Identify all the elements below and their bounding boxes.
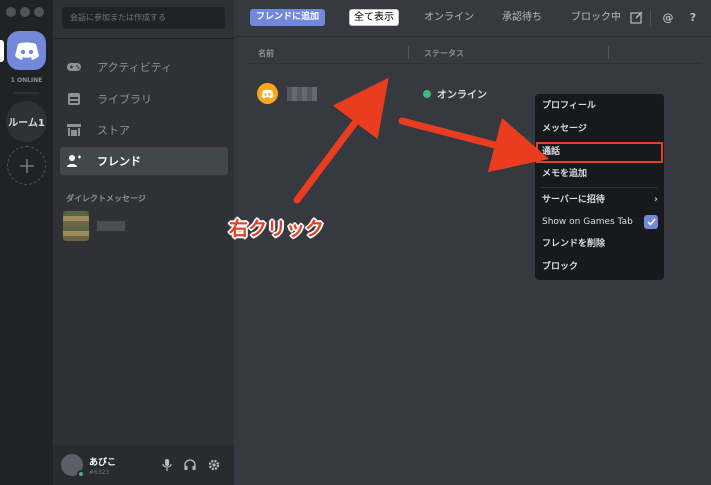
plus-icon (19, 158, 34, 173)
friends-icon (65, 152, 83, 170)
toolbar-divider (650, 10, 651, 26)
add-friend-button[interactable]: フレンドに追加 (250, 9, 326, 26)
annotation-label: 右クリック (229, 218, 325, 240)
avatar[interactable] (257, 83, 278, 104)
sidebar-divider (53, 38, 234, 39)
server-rail: 1 ONLINE ルーム1 (0, 0, 53, 485)
mention-icon[interactable]: @ (661, 10, 675, 24)
dm-header: ダイレクトメッセージ (66, 194, 146, 203)
menu-item-label: Show on Games Tab (542, 217, 633, 227)
sidebar-item-friends[interactable]: フレンド (60, 147, 228, 175)
menu-item-block[interactable]: ブロック (535, 257, 664, 277)
column-header-status[interactable]: ステータス (424, 48, 464, 59)
menu-item-label: サーバーに招待 (542, 195, 605, 205)
sidebar: 会話に参加または作成する アクティビティ ライブラリ ストア フレンド ダイレク… (53, 0, 234, 485)
server-button[interactable]: ルーム1 (6, 101, 47, 142)
discord-logo-icon (261, 89, 274, 98)
menu-item-invite-to-server[interactable]: サーバーに招待 › (535, 190, 664, 210)
sidebar-item-label: ライブラリ (97, 93, 152, 106)
menu-item-show-on-games-tab[interactable]: Show on Games Tab (535, 212, 664, 232)
sidebar-item-label: ストア (97, 124, 130, 137)
chevron-right-icon: › (653, 194, 658, 205)
dm-name-redacted (97, 221, 125, 231)
menu-item-profile[interactable]: プロフィール (535, 96, 664, 116)
avatar (63, 211, 89, 241)
discord-logo-icon (14, 42, 39, 60)
window-controls[interactable] (6, 7, 44, 17)
user-tag: #6323 (89, 469, 110, 476)
arrow-to-call (398, 117, 550, 173)
user-panel: あびこ #6323 (53, 445, 234, 485)
dm-list-item[interactable] (63, 209, 223, 243)
new-dm-icon[interactable] (629, 10, 643, 24)
sidebar-item-store[interactable]: ストア (60, 116, 228, 144)
column-divider (608, 46, 609, 59)
tab-all[interactable]: 全て表示 (349, 9, 399, 26)
store-icon (65, 121, 83, 139)
rail-divider (14, 92, 39, 94)
column-divider (408, 46, 409, 59)
menu-divider (541, 187, 658, 188)
help-icon[interactable]: ? (686, 10, 700, 24)
gamepad-icon (65, 58, 83, 76)
friend-name-redacted[interactable] (287, 87, 317, 101)
microphone-icon[interactable] (161, 459, 173, 471)
column-header-name[interactable]: 名前 (258, 48, 274, 59)
arrow-to-friend (293, 77, 389, 204)
highlight-box (536, 142, 663, 163)
sidebar-item-library[interactable]: ライブラリ (60, 85, 228, 113)
sidebar-item-label: フレンド (97, 155, 141, 168)
status-indicator (423, 90, 431, 98)
table-header-divider (246, 63, 701, 64)
friends-toolbar: フレンドに追加 全て表示 オンライン 承認待ち ブロック中 @ ? (234, 0, 711, 37)
library-icon (65, 90, 83, 108)
menu-item-remove-friend[interactable]: フレンドを削除 (535, 234, 664, 254)
tab-online[interactable]: オンライン (420, 9, 478, 26)
context-menu: プロフィール メッセージ 通話 メモを追加 サーバーに招待 › Show on … (535, 94, 664, 280)
menu-item-add-note[interactable]: メモを追加 (535, 164, 664, 184)
checkbox-checked-icon[interactable] (644, 215, 658, 229)
sidebar-item-activity[interactable]: アクティビティ (60, 53, 228, 81)
friend-status: オンライン (437, 90, 487, 101)
headphones-icon[interactable] (184, 459, 196, 471)
username: あびこ (89, 458, 117, 468)
status-indicator (77, 470, 85, 478)
home-button[interactable] (7, 31, 46, 70)
gear-icon[interactable] (208, 459, 220, 471)
sidebar-item-label: アクティビティ (97, 61, 173, 74)
search-input[interactable]: 会話に参加または作成する (62, 7, 225, 29)
add-server-button[interactable] (7, 146, 46, 185)
menu-item-message[interactable]: メッセージ (535, 119, 664, 139)
tab-pending[interactable]: 承認待ち (498, 9, 546, 26)
active-indicator (0, 40, 4, 62)
tab-blocked[interactable]: ブロック中 (567, 9, 625, 26)
online-count: 1 ONLINE (10, 77, 43, 84)
